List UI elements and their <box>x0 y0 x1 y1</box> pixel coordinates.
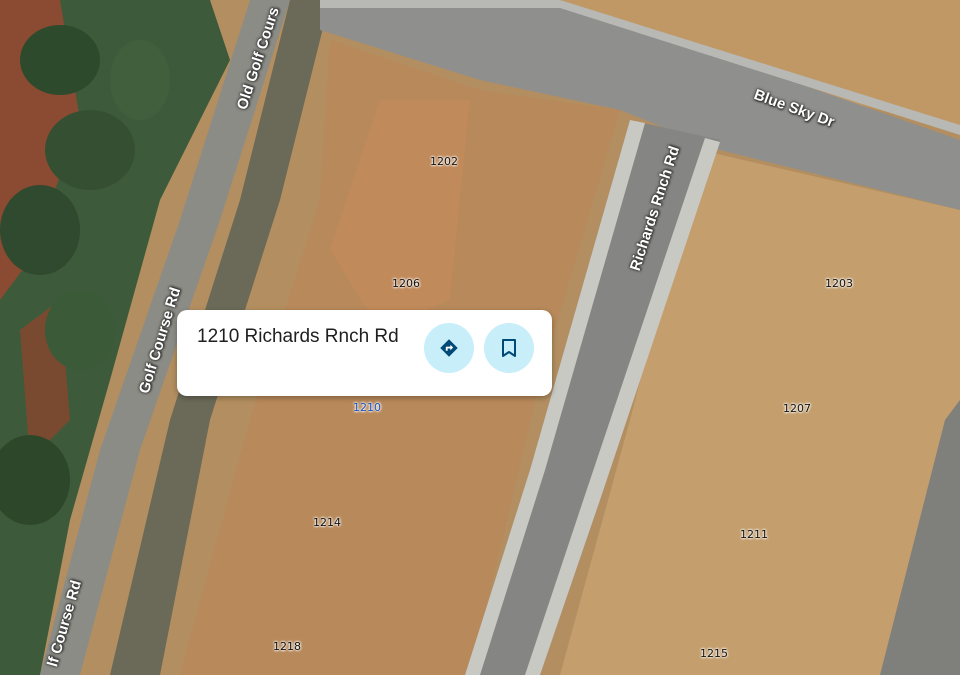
save-button[interactable] <box>484 323 534 373</box>
address-label[interactable]: 1206 <box>392 277 420 290</box>
address-label[interactable]: 1203 <box>825 277 853 290</box>
directions-button[interactable] <box>424 323 474 373</box>
address-label[interactable]: 1218 <box>273 640 301 653</box>
address-label[interactable]: 1215 <box>700 647 728 660</box>
address-label[interactable]: 1211 <box>740 528 768 541</box>
address-label[interactable]: 1207 <box>783 402 811 415</box>
bookmark-icon <box>502 339 516 357</box>
address-label-selected[interactable]: 1210 <box>353 401 381 414</box>
place-title: 1210 Richards Rnch Rd <box>197 326 399 347</box>
directions-icon <box>440 339 458 357</box>
place-card[interactable]: 1210 Richards Rnch Rd <box>177 310 552 396</box>
address-label[interactable]: 1202 <box>430 155 458 168</box>
address-label[interactable]: 1214 <box>313 516 341 529</box>
satellite-map[interactable]: Old Golf Cours Golf Course Rd lf Course … <box>0 0 960 675</box>
